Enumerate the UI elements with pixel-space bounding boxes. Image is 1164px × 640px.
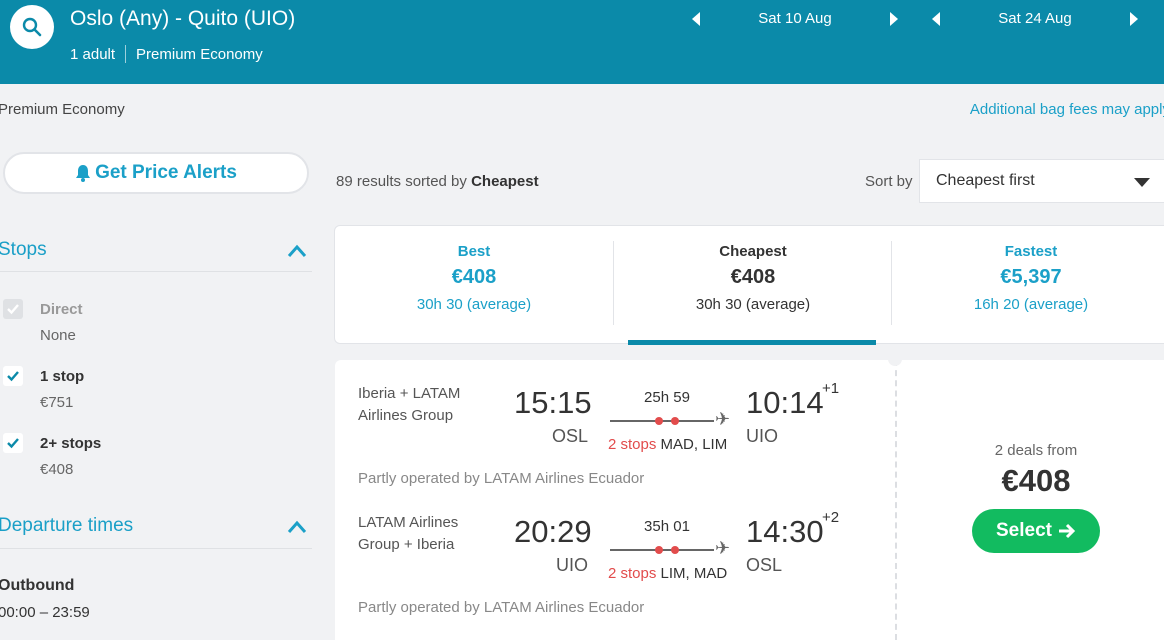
tab-duration: 30h 30 (average)	[416, 296, 532, 313]
deals-count: 2 deals from	[994, 442, 1078, 459]
departure-time: 20:29	[514, 514, 592, 549]
flight-duration: 25h 59	[644, 389, 690, 406]
passengers-label: 1 adult	[70, 45, 116, 63]
stops-info: 2 stops MAD, LIM	[608, 436, 727, 453]
flight-duration: 35h 01	[644, 518, 690, 535]
stops-count: 2 stops	[608, 436, 657, 453]
arrow-right-icon	[1058, 523, 1076, 539]
search-icon	[22, 17, 42, 37]
result-price: €408	[1001, 463, 1071, 498]
search-summary[interactable]: 1 adult Premium Economy	[70, 45, 263, 63]
tab-price: €5,397	[1000, 266, 1062, 288]
tab-duration: 16h 20 (average)	[973, 296, 1089, 313]
caret-right-icon[interactable]	[888, 11, 900, 27]
stop-option-label[interactable]: 1 stop	[40, 368, 84, 385]
cabin-label: Premium Economy	[136, 45, 263, 63]
divider	[0, 548, 312, 549]
stop-option-price: €751	[40, 394, 74, 411]
tab-name: Cheapest	[719, 243, 787, 260]
tab-price: €408	[451, 266, 497, 288]
stop-option-price: €408	[40, 461, 74, 478]
plane-icon: ✈	[715, 538, 731, 558]
result-card[interactable]: Iberia + LATAM Airlines Group 15:15 OSL …	[335, 352, 1164, 640]
check-icon	[7, 438, 19, 449]
departure-airport: OSL	[552, 426, 589, 446]
two-plus-stops-checkbox[interactable]	[3, 433, 23, 453]
outbound-time-range: 00:00 – 23:59	[0, 604, 90, 621]
sort-select[interactable]: Cheapest first	[919, 159, 1164, 203]
card-notch	[888, 352, 902, 366]
tab-cheapest[interactable]: Cheapest €408 30h 30 (average)	[614, 226, 892, 343]
day-offset: +2	[822, 509, 840, 526]
sort-by-label: Sort by	[865, 173, 913, 190]
operated-by: Partly operated by LATAM Airlines Ecuado…	[358, 599, 645, 616]
price-alerts-button[interactable]: Get Price Alerts	[3, 152, 309, 194]
dropdown-caret-icon	[1134, 178, 1150, 187]
search-header: Oslo (Any) - Quito (UIO) 1 adult Premium…	[0, 0, 1164, 84]
route-title[interactable]: Oslo (Any) - Quito (UIO)	[70, 7, 295, 31]
stop-option-price: None	[40, 327, 76, 344]
stop-airports: MAD, LIM	[660, 436, 728, 453]
one-stop-checkbox[interactable]	[3, 366, 23, 386]
stop-airports: LIM, MAD	[660, 565, 728, 582]
results-count: 89 results sorted by	[336, 173, 467, 190]
plane-icon: ✈	[715, 409, 731, 429]
caret-right-icon[interactable]	[1128, 11, 1140, 27]
stop-dot	[671, 546, 679, 554]
search-button[interactable]	[10, 5, 54, 49]
stop-option-label[interactable]: 2+ stops	[40, 435, 101, 452]
caret-left-icon[interactable]	[930, 11, 942, 27]
return-date[interactable]: Sat 24 Aug	[942, 10, 1128, 27]
outbound-date[interactable]: Sat 10 Aug	[702, 10, 888, 27]
operated-by: Partly operated by LATAM Airlines Ecuado…	[358, 470, 645, 487]
departure-times-title[interactable]: Departure times	[0, 515, 133, 537]
bell-icon	[76, 165, 91, 182]
outbound-date-picker: Sat 10 Aug	[690, 10, 900, 27]
departure-airport: UIO	[556, 555, 589, 575]
stop-dot	[671, 417, 679, 425]
arrival-time: 14:30	[746, 514, 824, 549]
arrival-time: 10:14	[746, 385, 824, 420]
stops-filter-title[interactable]: Stops	[0, 239, 47, 261]
airline-name: LATAM Airlines Group + Iberia	[358, 514, 459, 553]
check-icon	[7, 304, 19, 315]
tab-name: Best	[457, 243, 491, 260]
departure-time: 15:15	[514, 385, 592, 420]
results-summary: 89 results sorted by Cheapest	[336, 173, 539, 190]
stop-dot	[655, 546, 663, 554]
sort-select-value: Cheapest first	[936, 172, 1035, 189]
price-alerts-label: Get Price Alerts	[95, 162, 237, 183]
check-icon	[7, 371, 19, 382]
divider	[895, 360, 897, 640]
cabin-class-text: Premium Economy	[0, 101, 125, 118]
sort-tabs: Best €408 30h 30 (average) Cheapest €408…	[334, 225, 1164, 345]
airline-name: Iberia + LATAM Airlines Group	[358, 385, 461, 424]
sorted-by-value: Cheapest	[471, 173, 539, 190]
stop-dot	[655, 417, 663, 425]
caret-left-icon[interactable]	[690, 11, 702, 27]
divider	[0, 271, 312, 272]
return-date-picker: Sat 24 Aug	[930, 10, 1140, 27]
divider	[125, 45, 127, 63]
active-tab-indicator	[628, 340, 876, 345]
tab-best[interactable]: Best €408 30h 30 (average)	[335, 226, 613, 343]
arrival-airport: UIO	[746, 426, 779, 446]
day-offset: +1	[822, 380, 840, 397]
select-button[interactable]: Select	[972, 509, 1100, 553]
tab-name: Fastest	[1004, 243, 1058, 260]
stops-info: 2 stops LIM, MAD	[608, 565, 727, 582]
chevron-up-icon[interactable]	[287, 244, 307, 258]
arrival-airport: OSL	[746, 555, 783, 575]
stop-option-label: Direct	[40, 301, 83, 318]
tab-duration: 30h 30 (average)	[695, 296, 811, 313]
select-label: Select	[996, 520, 1052, 541]
tab-fastest[interactable]: Fastest €5,397 16h 20 (average)	[892, 226, 1164, 343]
stops-count: 2 stops	[608, 565, 657, 582]
outbound-label: Outbound	[0, 577, 75, 594]
tab-price: €408	[730, 266, 776, 288]
bag-fees-link[interactable]: Additional bag fees may apply	[970, 101, 1164, 118]
direct-checkbox[interactable]	[3, 299, 23, 319]
chevron-up-icon[interactable]	[287, 520, 307, 534]
